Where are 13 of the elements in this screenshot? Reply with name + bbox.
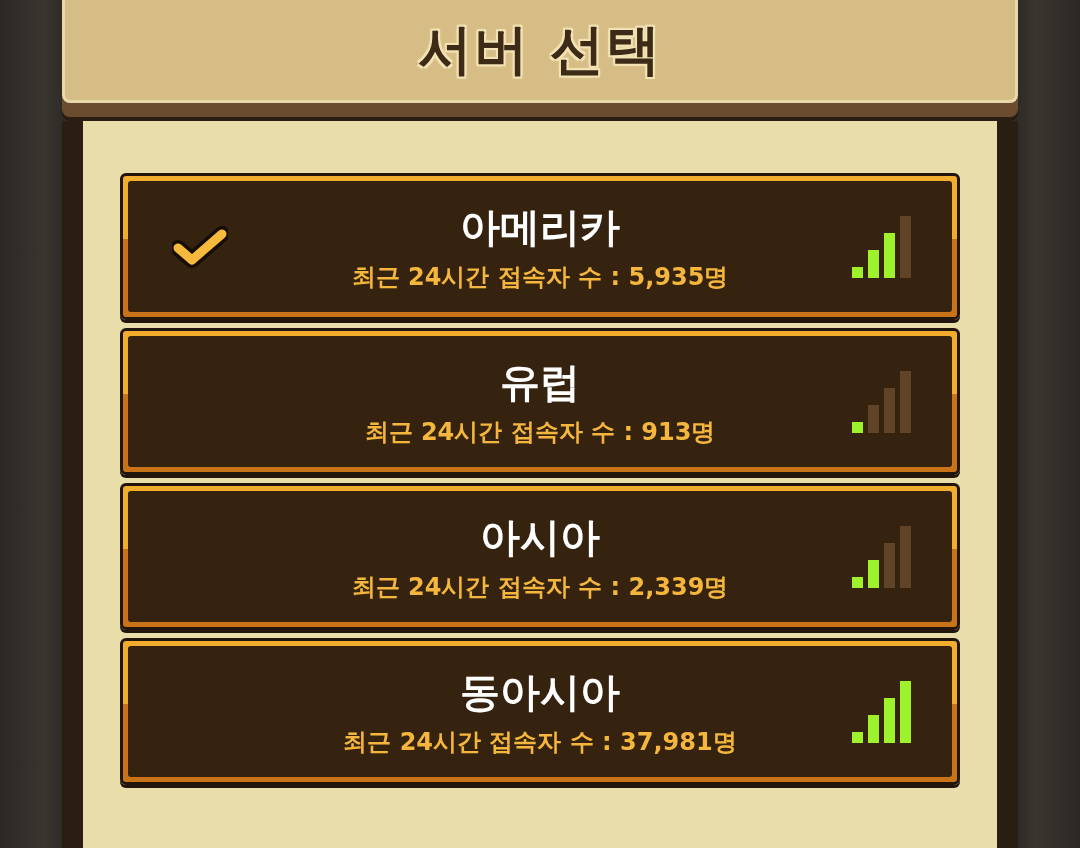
server-name: 아시아 xyxy=(480,513,600,562)
dialog-title: 서버 선택 xyxy=(417,16,663,83)
server-name: 아메리카 xyxy=(460,203,620,252)
server-row[interactable]: 유럽 최근 24시간 접속자 수 : 913명 xyxy=(120,328,960,475)
server-name: 동아시아 xyxy=(460,668,620,717)
server-row[interactable]: 아메리카 최근 24시간 접속자 수 : 5,935명 xyxy=(120,173,960,320)
server-name: 유럽 xyxy=(500,358,580,407)
player-count: 최근 24시간 접속자 수 : 913명 xyxy=(364,417,716,448)
player-count: 최근 24시간 접속자 수 : 5,935명 xyxy=(351,262,729,293)
player-count: 최근 24시간 접속자 수 : 37,981명 xyxy=(343,727,737,758)
server-row[interactable]: 아시아 최근 24시간 접속자 수 : 2,339명 xyxy=(120,483,960,630)
player-count: 최근 24시간 접속자 수 : 2,339명 xyxy=(351,572,729,603)
server-row[interactable]: 동아시아 최근 24시간 접속자 수 : 37,981명 xyxy=(120,638,960,785)
